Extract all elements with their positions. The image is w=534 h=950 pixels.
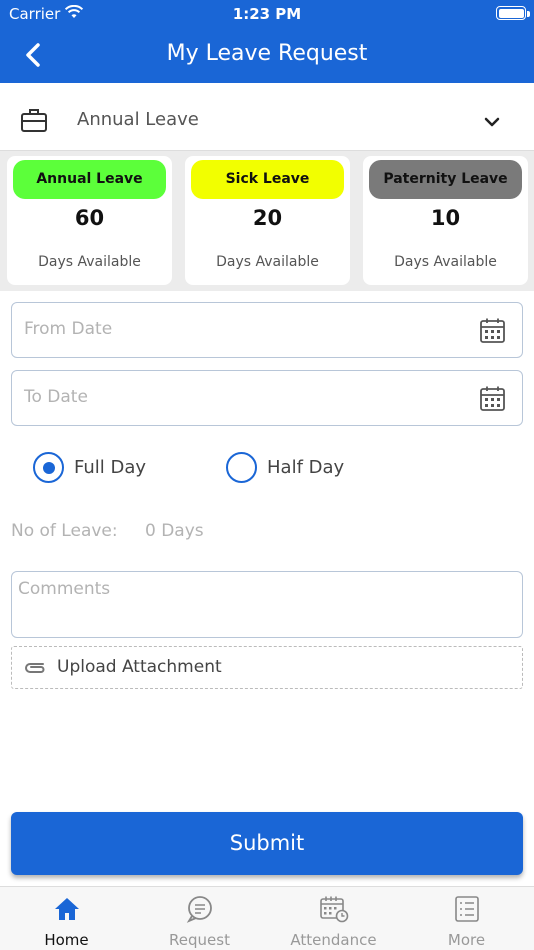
tab-label: Attendance [290, 931, 377, 949]
full-day-label: Full Day [74, 457, 147, 478]
briefcase-icon [20, 107, 48, 137]
selected-leave-type: Annual Leave [77, 109, 199, 130]
submit-button[interactable]: Submit [11, 812, 523, 875]
clock-time: 1:23 PM [232, 5, 302, 23]
home-icon [0, 895, 133, 927]
days-count: 60 [74, 206, 105, 230]
leave-type-badge: Paternity Leave [369, 160, 522, 199]
status-bar: Carrier 1:23 PM [0, 0, 534, 28]
radio-dot [42, 461, 55, 474]
to-date-field[interactable]: To Date [11, 370, 523, 426]
tab-label: Request [169, 931, 230, 949]
nav-bar: My Leave Request [0, 28, 534, 83]
chevron-down-icon [484, 113, 500, 132]
days-caption: Days Available [38, 254, 141, 270]
to-date-placeholder: To Date [24, 387, 88, 407]
list-icon [400, 895, 533, 927]
leave-balance-card-paternity: Paternity Leave 10 Days Available [363, 156, 528, 285]
from-date-placeholder: From Date [24, 319, 113, 339]
leave-type-badge: Annual Leave [13, 160, 166, 199]
tab-request[interactable]: Request [133, 887, 266, 950]
days-caption: Days Available [216, 254, 319, 270]
no-of-leave-row: No of Leave: 0 Days [11, 521, 204, 541]
tab-attendance[interactable]: Attendance [267, 887, 400, 950]
page-title: My Leave Request [166, 41, 368, 66]
tab-home[interactable]: Home [0, 887, 133, 950]
calendar-icon[interactable] [479, 317, 506, 348]
battery-icon [496, 6, 526, 20]
no-of-leave-label: No of Leave: [11, 521, 118, 541]
calendar-icon[interactable] [479, 385, 506, 416]
paperclip-icon [21, 658, 47, 682]
comments-placeholder: Comments [18, 579, 111, 599]
comments-field[interactable]: Comments [11, 571, 523, 638]
bottom-tab-bar: Home Request Attendance More [0, 886, 534, 950]
days-count: 10 [430, 206, 461, 230]
battery-tip [527, 11, 530, 17]
tab-label: More [447, 931, 486, 949]
calendar-clock-icon [267, 895, 400, 927]
tab-label: Home [44, 931, 89, 949]
leave-balance-card-annual: Annual Leave 60 Days Available [7, 156, 172, 285]
upload-attachment-button[interactable]: Upload Attachment [11, 646, 523, 689]
days-caption: Days Available [394, 254, 497, 270]
upload-attachment-label: Upload Attachment [57, 657, 222, 677]
chat-icon [133, 895, 266, 927]
leave-balance-card-sick: Sick Leave 20 Days Available [185, 156, 350, 285]
radio-circle-selected[interactable] [33, 452, 64, 483]
no-of-leave-value: 0 Days [145, 521, 204, 541]
half-day-label: Half Day [267, 457, 345, 478]
from-date-field[interactable]: From Date [11, 302, 523, 358]
days-count: 20 [252, 206, 283, 230]
tab-more[interactable]: More [400, 887, 533, 950]
leave-type-dropdown[interactable]: Annual Leave [0, 83, 534, 151]
leave-type-badge: Sick Leave [191, 160, 344, 199]
radio-circle[interactable] [226, 452, 257, 483]
